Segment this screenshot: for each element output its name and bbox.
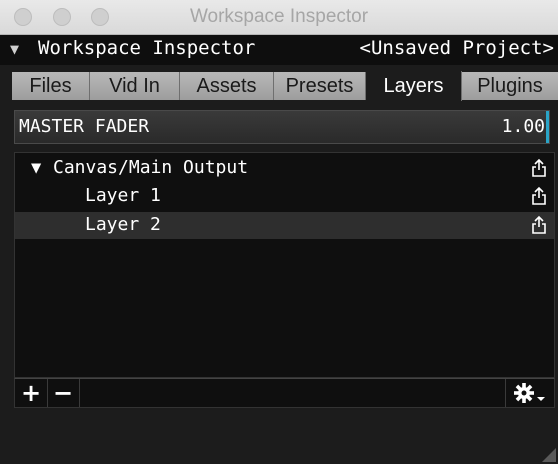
settings-menu-button[interactable] <box>507 379 553 407</box>
inspector-title: Workspace Inspector <box>38 37 256 59</box>
tab-files[interactable]: Files <box>12 72 90 100</box>
divider <box>47 379 48 407</box>
layer-tree[interactable]: ▼ Canvas/Main Output Layer 1 Layer 2 <box>14 152 555 378</box>
divider <box>505 379 506 407</box>
project-name: <Unsaved Project> <box>359 37 554 59</box>
tab-vid-in[interactable]: Vid In <box>90 72 180 100</box>
tree-row-canvas[interactable]: ▼ Canvas/Main Output <box>15 155 554 182</box>
master-fader-value: 1.00 <box>501 116 545 137</box>
tab-presets[interactable]: Presets <box>274 72 366 100</box>
window-title: Workspace Inspector <box>189 6 369 27</box>
layer-1-label: Layer 1 <box>85 185 161 206</box>
divider <box>79 379 80 407</box>
collapse-triangle-icon[interactable]: ▼ <box>10 40 19 58</box>
share-icon[interactable] <box>530 186 548 206</box>
tab-plugins[interactable]: Plugins <box>462 72 558 100</box>
tab-bar: Files Vid In Assets Presets Layers Plugi… <box>12 71 558 101</box>
canvas-label: Canvas/Main Output <box>53 157 249 178</box>
inspector-header: ▼ Workspace Inspector <Unsaved Project> <box>0 35 558 65</box>
tree-row-layer-2[interactable]: Layer 2 <box>15 212 554 239</box>
master-fader-slider[interactable]: MASTER FADER 1.00 <box>14 110 550 144</box>
resize-handle[interactable] <box>542 448 556 462</box>
disclosure-triangle-icon[interactable]: ▼ <box>31 158 41 178</box>
gear-icon <box>514 383 545 403</box>
fader-accent-bar <box>546 111 549 143</box>
share-icon[interactable] <box>530 215 548 235</box>
layer-2-label: Layer 2 <box>85 214 161 235</box>
remove-layer-button[interactable]: − <box>49 379 77 407</box>
tab-assets[interactable]: Assets <box>180 72 274 100</box>
tab-layers[interactable]: Layers <box>366 71 462 101</box>
add-layer-button[interactable]: + <box>17 379 45 407</box>
chevron-down-icon <box>537 397 545 401</box>
master-fader-label: MASTER FADER <box>19 116 150 137</box>
share-icon[interactable] <box>530 158 548 178</box>
window-titlebar: Workspace Inspector <box>0 0 558 35</box>
tree-row-layer-1[interactable]: Layer 1 <box>15 183 554 210</box>
tree-toolbar: + − <box>14 378 555 408</box>
